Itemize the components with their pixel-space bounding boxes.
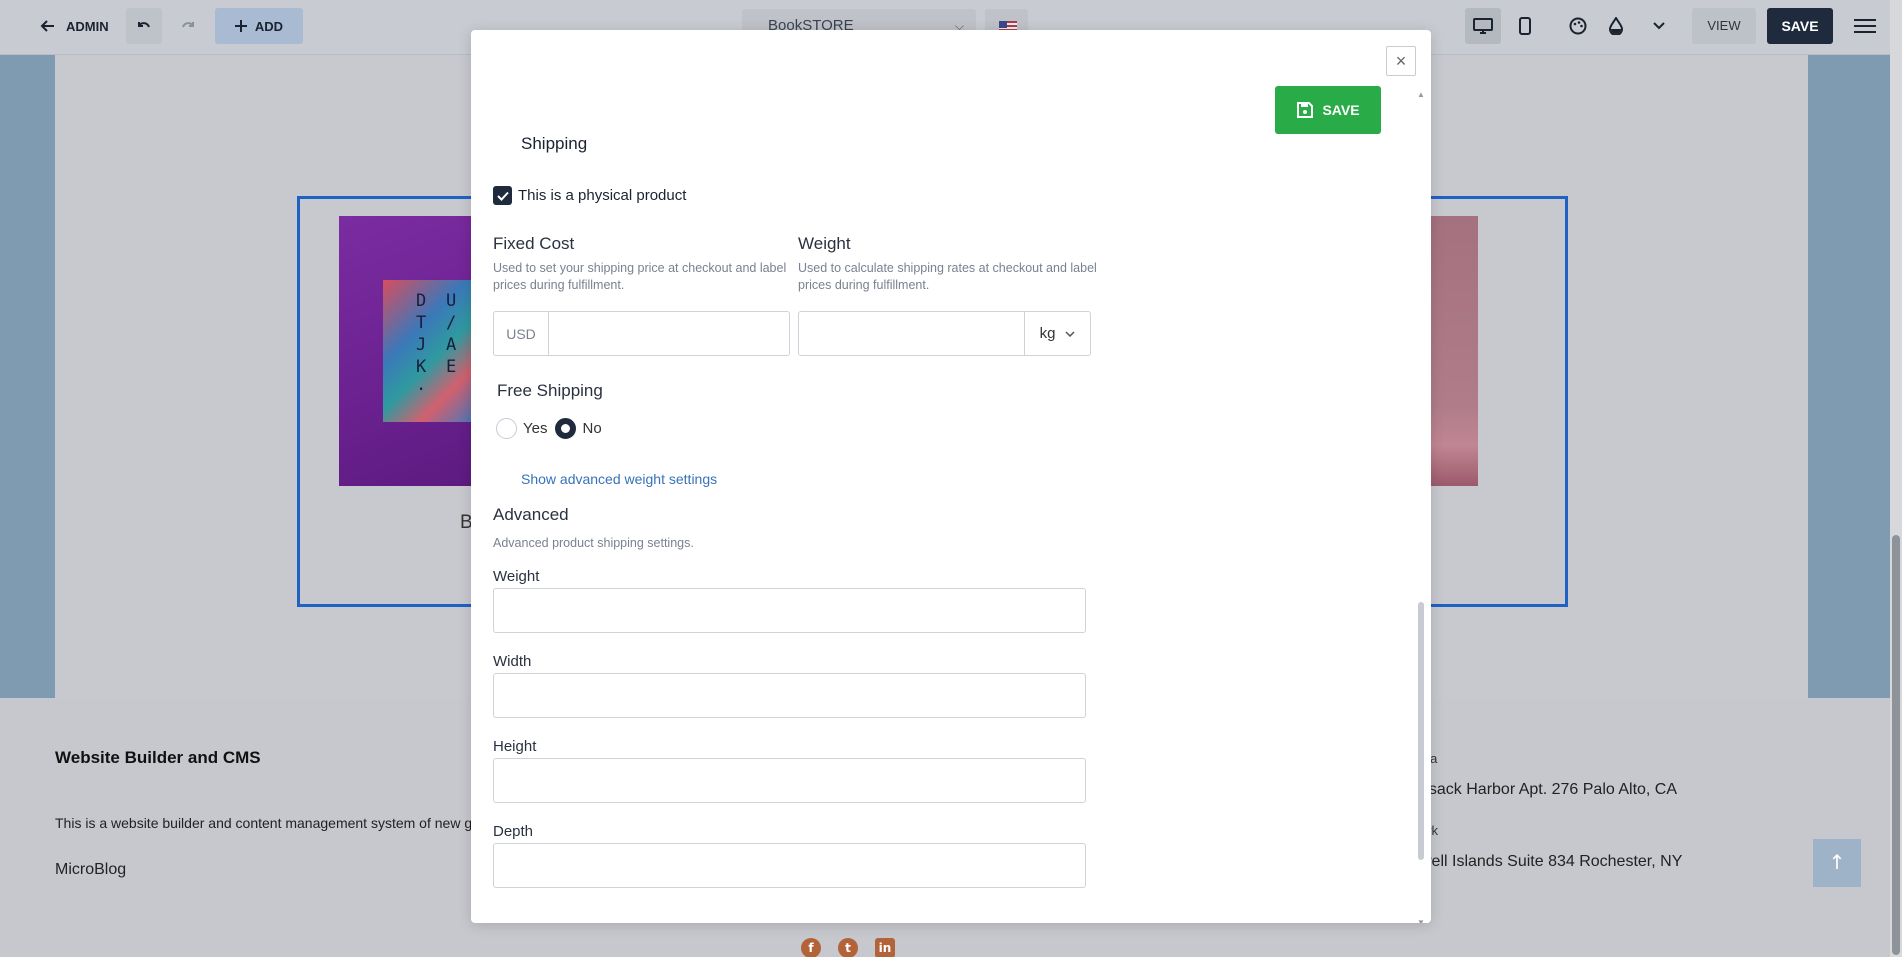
mobile-icon (1519, 17, 1531, 35)
book-letter: U (446, 291, 457, 311)
mobile-view-button[interactable] (1507, 8, 1543, 44)
height-input[interactable] (493, 758, 1086, 803)
scroll-up-arrow-icon[interactable]: ▲ (1417, 90, 1425, 99)
redo-button[interactable] (170, 8, 206, 44)
depth-label: Depth (493, 823, 534, 840)
free-shipping-no-label: No (582, 420, 602, 437)
section-title: Shipping (521, 134, 588, 153)
footer-title: Website Builder and CMS (55, 748, 261, 767)
book-artwork: D T J K . U / A E (383, 280, 479, 422)
right-side-strip (1808, 55, 1890, 698)
depth-input[interactable] (493, 843, 1086, 888)
book-letter: / (446, 313, 457, 333)
add-button[interactable]: ADD (215, 8, 303, 44)
page-scrollbar[interactable] (1890, 0, 1902, 957)
save-page-button[interactable]: SAVE (1767, 8, 1833, 44)
save-label: SAVE (1322, 102, 1360, 118)
chevron-down-icon (1653, 22, 1665, 30)
advanced-weight-input[interactable] (493, 588, 1086, 633)
check-icon (496, 191, 509, 201)
twitter-icon[interactable]: t (838, 938, 858, 957)
free-shipping-yes-label: Yes (523, 420, 548, 437)
save-button[interactable]: SAVE (1275, 86, 1381, 134)
book-letter: E (446, 357, 457, 377)
book-letter: J (416, 335, 427, 355)
add-label: ADD (254, 18, 284, 34)
more-options-dropdown[interactable] (1641, 8, 1677, 44)
weight-input-group: kg (798, 311, 1091, 356)
free-shipping-yes-radio[interactable] (496, 418, 517, 439)
scroll-down-arrow-icon[interactable]: ▼ (1417, 918, 1425, 923)
width-input[interactable] (493, 673, 1086, 718)
chevron-down-icon (1065, 330, 1075, 337)
close-icon[interactable]: × (1386, 46, 1416, 76)
admin-label: ADMIN (66, 18, 109, 34)
view-button[interactable]: VIEW (1692, 8, 1756, 44)
floppy-disk-icon (1297, 102, 1314, 118)
footer-location-address: well Islands Suite 834 Rochester, NY (1420, 853, 1683, 870)
book-letter: D (416, 291, 427, 311)
undo-icon (138, 22, 150, 28)
physical-product-label: This is a physical product (518, 187, 687, 204)
modal-scrollbar[interactable]: ▲ ▼ (1417, 90, 1427, 923)
linkedin-icon[interactable]: in (875, 938, 895, 957)
arrow-left-icon (40, 20, 54, 32)
desktop-view-button[interactable] (1465, 8, 1501, 44)
advanced-weight-label: Weight (493, 568, 540, 585)
palette-icon (1569, 17, 1587, 35)
hamburger-icon (1854, 19, 1876, 33)
theme-palette-button[interactable] (1560, 8, 1596, 44)
fixed-cost-input[interactable] (549, 312, 789, 355)
book-letter: A (446, 335, 457, 355)
free-shipping-label: Free Shipping (497, 381, 603, 400)
weight-help: Used to calculate shipping rates at chec… (798, 261, 1097, 292)
weight-unit-value: kg (1039, 325, 1056, 342)
currency-addon: USD (494, 312, 549, 355)
redo-icon (182, 22, 194, 28)
page-scrollbar-thumb[interactable] (1892, 535, 1900, 955)
scroll-to-top-button[interactable]: ↑ (1813, 839, 1861, 887)
main-menu-button[interactable] (1847, 8, 1883, 44)
book-cover-image: D T J K . U / A E (339, 216, 479, 486)
book-letter: . (416, 375, 427, 395)
undo-button[interactable] (126, 8, 162, 44)
book-letter: T (416, 313, 427, 333)
facebook-icon[interactable]: f (801, 938, 821, 957)
height-label: Height (493, 738, 537, 755)
free-shipping-options: Yes No (496, 418, 602, 439)
weight-unit-select[interactable]: kg (1024, 312, 1090, 355)
advanced-description: Advanced product shipping settings. (493, 536, 694, 550)
fixed-cost-help: Used to set your shipping price at check… (493, 261, 787, 292)
modal-scrollbar-thumb[interactable] (1418, 602, 1424, 860)
desktop-icon (1473, 18, 1493, 34)
free-shipping-no-radio[interactable] (555, 418, 577, 439)
product-settings-modal: × SAVE Shipping This is a physical produ… (471, 30, 1431, 923)
admin-back-button[interactable]: ADMIN (40, 8, 109, 44)
show-advanced-weight-link[interactable]: Show advanced weight settings (521, 471, 717, 487)
weight-label: Weight (798, 234, 851, 253)
footer-description: This is a website builder and content ma… (55, 815, 496, 831)
left-side-strip (0, 55, 55, 698)
advanced-title: Advanced (493, 505, 569, 524)
weight-input[interactable] (799, 312, 1024, 355)
drop-icon (1608, 17, 1624, 35)
fixed-cost-input-group: USD (493, 311, 790, 356)
footer-location-address: osack Harbor Apt. 276 Palo Alto, CA (1420, 781, 1678, 798)
color-drop-button[interactable] (1598, 8, 1634, 44)
plus-icon (234, 20, 247, 32)
physical-product-checkbox-row[interactable]: This is a physical product (493, 186, 686, 205)
physical-product-checkbox[interactable] (493, 186, 512, 205)
width-label: Width (493, 653, 532, 670)
fixed-cost-label: Fixed Cost (493, 234, 575, 253)
footer-blog-link[interactable]: MicroBlog (55, 861, 126, 879)
